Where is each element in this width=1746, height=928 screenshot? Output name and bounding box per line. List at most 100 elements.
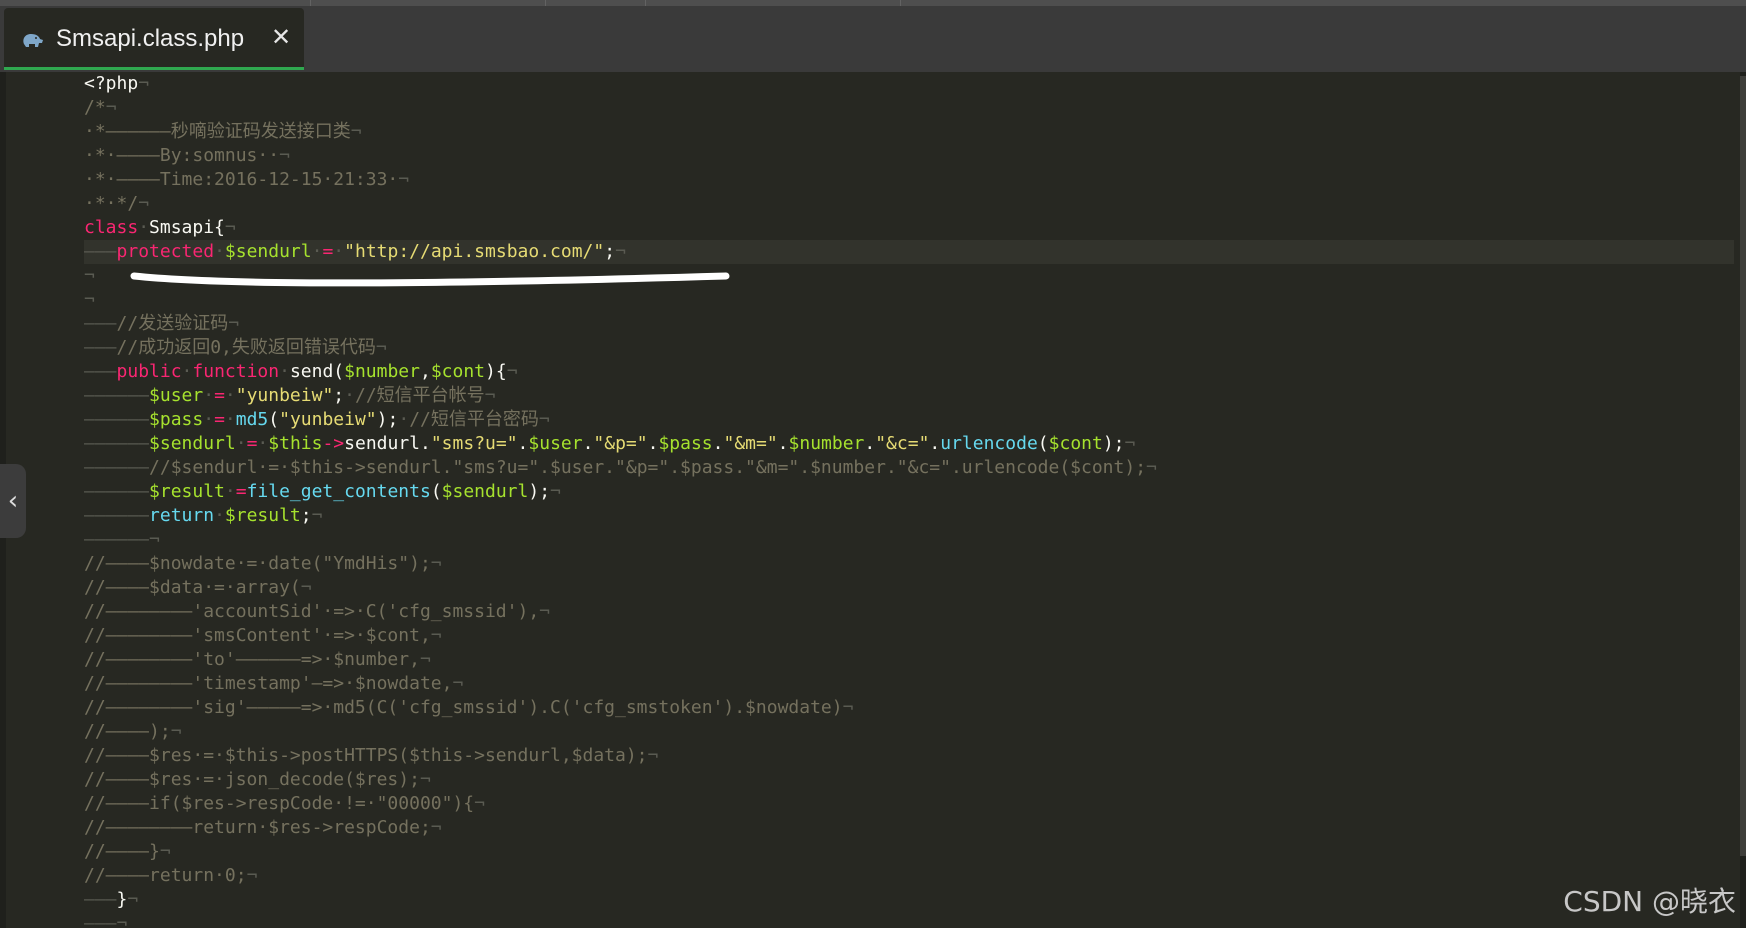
code-token: $sendurl bbox=[224, 241, 312, 262]
code-text: ——————$sendurl·=·$this->sendurl."sms?u="… bbox=[84, 432, 1135, 456]
code-token: $result bbox=[224, 505, 301, 526]
code-token: . bbox=[647, 433, 659, 454]
code-line[interactable]: 27//————————'sig'—————=>·md5(C('cfg_smss… bbox=[84, 696, 1734, 720]
tab-title: Smsapi.class.php bbox=[56, 25, 245, 52]
code-line[interactable]: 19——————return·$result;¬ bbox=[84, 504, 1734, 528]
code-text: //————$data·=·array(¬ bbox=[84, 576, 312, 600]
code-token: ¬ bbox=[159, 841, 171, 862]
code-line[interactable]: 30//————$res·=·json_decode($res);¬ bbox=[84, 768, 1734, 792]
code-token: //————$res·=·$this->postHTTPS($this->sen… bbox=[84, 745, 648, 766]
code-line[interactable]: 3·*——————秒嘀验证码发送接口类¬ bbox=[84, 120, 1734, 144]
code-token: ¬ bbox=[149, 529, 160, 550]
code-line[interactable]: 17——————//$sendurl·=·$this->sendurl."sms… bbox=[84, 456, 1734, 480]
code-token: ·*·————Time:2016-12-15·21:33· bbox=[84, 169, 399, 190]
code-token: ¬ bbox=[550, 481, 561, 502]
code-token: ¬ bbox=[430, 553, 442, 574]
code-token: "&p=" bbox=[593, 433, 648, 454]
code-token: · bbox=[333, 241, 345, 262]
code-token: file_get_contents bbox=[246, 481, 431, 502]
code-line[interactable]: 26//————————'timestamp'—=>·$nowdate,¬ bbox=[84, 672, 1734, 696]
code-token: //短信平台帐号 bbox=[354, 385, 485, 406]
code-token: urlencode bbox=[940, 433, 1038, 454]
code-token: ¬ bbox=[484, 385, 496, 406]
code-token: . bbox=[582, 433, 594, 454]
code-line[interactable]: 36———¬ bbox=[84, 912, 1734, 928]
code-line[interactable]: 21//————$nowdate·=·date("YmdHis");¬ bbox=[84, 552, 1734, 576]
code-line[interactable]: 32//————————return·$res->respCode;¬ bbox=[84, 816, 1734, 840]
code-text: ———//成功返回0,失败返回错误代码¬ bbox=[84, 336, 387, 360]
code-token: $pass bbox=[149, 409, 204, 430]
code-token: · bbox=[235, 433, 247, 454]
code-text: /*¬ bbox=[84, 96, 117, 120]
code-line[interactable]: 33//————}¬ bbox=[84, 840, 1734, 864]
code-line[interactable]: 24//————————'smsContent'·=>·$cont,¬ bbox=[84, 624, 1734, 648]
code-line[interactable]: 18——————$result·=file_get_contents($send… bbox=[84, 480, 1734, 504]
code-token: ¬ bbox=[84, 289, 95, 310]
code-token: ¬ bbox=[300, 577, 312, 598]
code-line[interactable]: 9¬ bbox=[84, 264, 1734, 288]
code-line[interactable]: 4·*·————By:somnus··¬ bbox=[84, 144, 1734, 168]
close-tab-icon[interactable]: ✕ bbox=[266, 22, 296, 52]
strip-divider bbox=[645, 0, 646, 6]
code-token: ¬ bbox=[138, 193, 150, 214]
code-token: ——— bbox=[84, 337, 117, 358]
code-token: ¬ bbox=[1146, 457, 1157, 478]
code-text: //————————'sig'—————=>·md5(C('cfg_smssid… bbox=[84, 696, 853, 720]
code-area[interactable]: 1<?php¬2▼/*¬3·*——————秒嘀验证码发送接口类¬4·*·————… bbox=[84, 72, 1734, 928]
code-token: · bbox=[257, 433, 269, 454]
code-token: ); bbox=[376, 409, 399, 430]
code-line[interactable]: 28//————);¬ bbox=[84, 720, 1734, 744]
code-line[interactable]: 14——————$user·=·"yunbeiw";·//短信平台帐号¬ bbox=[84, 384, 1734, 408]
code-line[interactable]: 34//————return·0;¬ bbox=[84, 864, 1734, 888]
code-token: ( bbox=[1037, 433, 1049, 454]
code-text: ———¬ bbox=[84, 912, 127, 928]
code-line[interactable]: 16——————$sendurl·=·$this->sendurl."sms?u… bbox=[84, 432, 1734, 456]
code-line[interactable]: 22▼//————$data·=·array(¬ bbox=[84, 576, 1734, 600]
chevron-left-icon[interactable]: ‹ bbox=[0, 464, 26, 538]
code-line[interactable]: 31▼//————if($res->respCode·!=·"00000"){¬ bbox=[84, 792, 1734, 816]
code-token: ——— bbox=[84, 241, 117, 262]
code-line[interactable]: 15——————$pass·=·md5("yunbeiw");·//短信平台密码… bbox=[84, 408, 1734, 432]
code-token: ¬ bbox=[1124, 433, 1136, 454]
code-line[interactable]: 12———//成功返回0,失败返回错误代码¬ bbox=[84, 336, 1734, 360]
code-line[interactable]: 1<?php¬ bbox=[84, 72, 1734, 96]
code-line[interactable]: 23//————————'accountSid'·=>·C('cfg_smssi… bbox=[84, 600, 1734, 624]
code-line[interactable]: 8———protected·$sendurl·=·"http://api.sms… bbox=[84, 240, 1734, 264]
code-line[interactable]: 13▼———public·function·send($number,$cont… bbox=[84, 360, 1734, 384]
code-line[interactable]: 11———//发送验证码¬ bbox=[84, 312, 1734, 336]
code-token: ·*——————秒嘀验证码发送接口类 bbox=[84, 121, 351, 142]
code-token: "http://api.smsbao.com/" bbox=[344, 241, 605, 262]
vertical-scrollbar[interactable] bbox=[1740, 72, 1746, 928]
code-token: -> bbox=[322, 433, 345, 454]
csdn-watermark: CSDN @晓衣 bbox=[1563, 885, 1736, 918]
tab-smsapi-class-php[interactable]: Smsapi.class.php ✕ bbox=[4, 8, 304, 70]
code-token: Smsapi{ bbox=[149, 217, 225, 238]
code-text: ———//发送验证码¬ bbox=[84, 312, 239, 336]
code-line[interactable]: 6·*·*/¬ bbox=[84, 192, 1734, 216]
code-line[interactable]: 25//————————'to'——————=>·$number,¬ bbox=[84, 648, 1734, 672]
code-line[interactable]: 2▼/*¬ bbox=[84, 96, 1734, 120]
code-line[interactable]: 5·*·————Time:2016-12-15·21:33·¬ bbox=[84, 168, 1734, 192]
code-token: ¬ bbox=[538, 409, 550, 430]
scrollbar-thumb[interactable] bbox=[1740, 76, 1746, 856]
code-line[interactable]: 7▼class·Smsapi{¬ bbox=[84, 216, 1734, 240]
code-token: · bbox=[344, 385, 355, 406]
code-line[interactable]: 29//————$res·=·$this->postHTTPS($this->s… bbox=[84, 744, 1734, 768]
php-elephant-icon bbox=[23, 34, 43, 47]
code-token: $user bbox=[528, 433, 583, 454]
code-token: $result bbox=[149, 481, 225, 502]
code-line[interactable]: 20——————¬ bbox=[84, 528, 1734, 552]
code-token: //————————'sig'—————=>·md5(C('cfg_smssid… bbox=[84, 697, 843, 718]
code-token: ¬ bbox=[116, 913, 128, 928]
code-token: sendurl. bbox=[344, 433, 431, 454]
code-token: //————$res·=·json_decode($res); bbox=[84, 769, 420, 790]
code-text: ·*·————Time:2016-12-15·21:33·¬ bbox=[84, 168, 409, 192]
code-token: //成功返回0,失败返回错误代码 bbox=[116, 337, 376, 358]
code-editor[interactable]: 1<?php¬2▼/*¬3·*——————秒嘀验证码发送接口类¬4·*·————… bbox=[0, 72, 1746, 928]
code-line[interactable]: 35———}¬ bbox=[84, 888, 1734, 912]
code-text: ——————$user·=·"yunbeiw";·//短信平台帐号¬ bbox=[84, 384, 496, 408]
code-token: . bbox=[517, 433, 529, 454]
code-token: //————$nowdate·=·date("YmdHis"); bbox=[84, 553, 431, 574]
code-token: //————$data·=·array( bbox=[84, 577, 301, 598]
code-line[interactable]: 10¬ bbox=[84, 288, 1734, 312]
